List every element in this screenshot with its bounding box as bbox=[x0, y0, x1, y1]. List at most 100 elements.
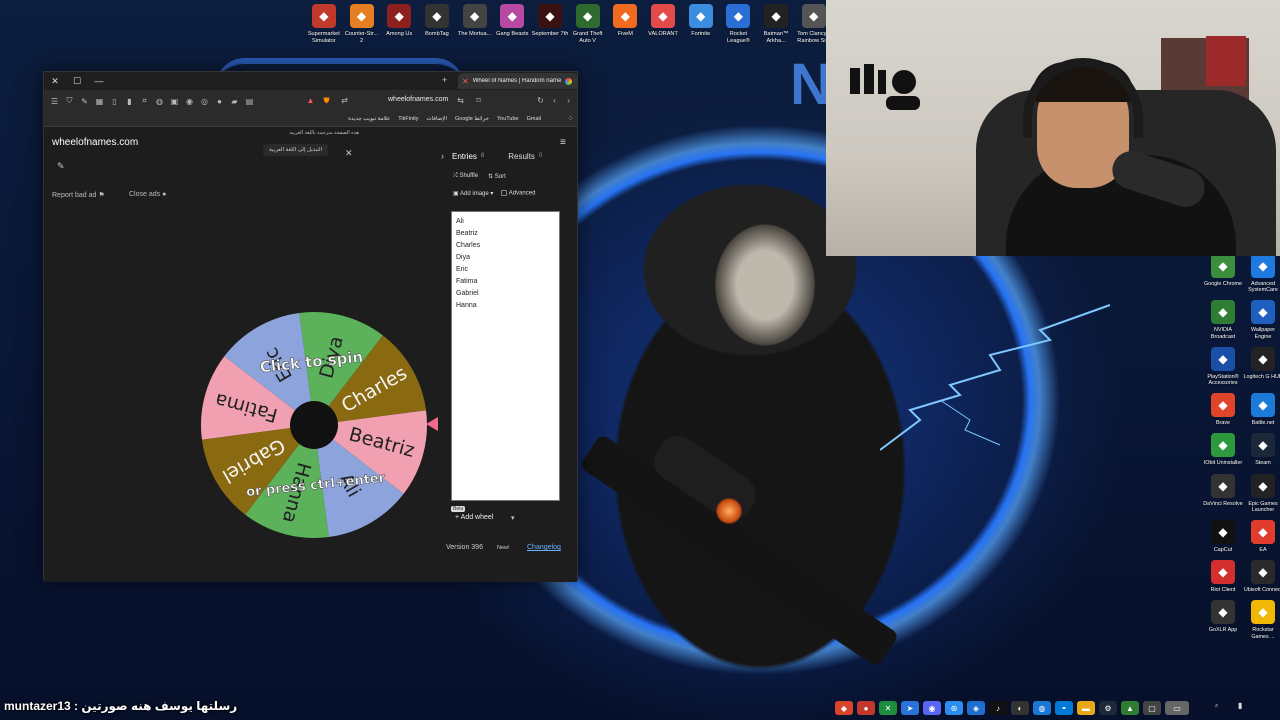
settings-icon[interactable]: ● bbox=[215, 97, 224, 106]
desktop-icon-iobit[interactable]: ◆ IObit Uninstaller bbox=[1203, 433, 1243, 466]
translate-close-icon[interactable]: ✕ bbox=[345, 148, 353, 159]
new-tab-button[interactable]: + bbox=[442, 75, 447, 85]
desktop-icon-gang-beasts[interactable]: ◆ Gang Beasts bbox=[493, 4, 531, 44]
site-menu-icon[interactable]: ≡ bbox=[560, 137, 566, 148]
brave-shield-icon[interactable]: ⛊ bbox=[322, 96, 331, 106]
desktop-icon-september[interactable]: ◆ September 7th bbox=[531, 4, 569, 44]
taskbar-steam-icon[interactable]: ⚙ bbox=[1099, 701, 1117, 715]
desktop-icon-valorant[interactable]: ◆ VALORANT bbox=[644, 4, 682, 44]
address-bar[interactable]: wheelofnames.com bbox=[388, 96, 448, 103]
desktop-icon-battlenet[interactable]: ◆ Battle.net bbox=[1243, 393, 1280, 426]
tab-results[interactable]: Results bbox=[508, 152, 535, 161]
bookmark-icon[interactable]: ⌑ bbox=[474, 96, 483, 105]
desktop-icon-logitech[interactable]: ◆ Logitech G HUB bbox=[1243, 346, 1280, 386]
tray-icon[interactable]: ▮ bbox=[1238, 701, 1242, 710]
sort-button[interactable]: ⇅ Sort bbox=[488, 173, 506, 180]
advanced-checkbox[interactable] bbox=[501, 190, 508, 197]
pencil-icon[interactable]: ✎ bbox=[57, 161, 65, 172]
wheel-graphic[interactable]: AliBeatrizCharlesDiyaEricFatimaGabrielHa… bbox=[198, 309, 430, 541]
desktop-icon-chrome[interactable]: ◆ Google Chrome bbox=[1203, 254, 1243, 293]
back-icon[interactable]: ‹ bbox=[550, 96, 559, 105]
translate-switch-button[interactable]: التبديل إلى اللغة العربية bbox=[263, 144, 329, 156]
site-title[interactable]: wheelofnames.com bbox=[52, 137, 138, 148]
desktop-icon-capcut[interactable]: ◆ CapCut bbox=[1203, 520, 1243, 553]
screenshot-icon[interactable]: ⌗ bbox=[140, 96, 149, 106]
desktop-icon-mortuary[interactable]: ◆ The Mortua... bbox=[456, 4, 494, 44]
desktop-icon-rocket-league[interactable]: ◆ Rocket League® bbox=[720, 4, 758, 44]
taskbar-obs-icon[interactable]: ◐ bbox=[1011, 701, 1029, 715]
add-wheel-button[interactable]: + Add wheel bbox=[455, 514, 493, 521]
reader-icon[interactable]: ▮ bbox=[125, 97, 134, 106]
taskbar-app-icon[interactable]: ▢ bbox=[1143, 701, 1161, 715]
desktop-icon-goxlr[interactable]: ◆ GoXLR App bbox=[1203, 600, 1243, 639]
taskbar-nvidia-icon[interactable]: ▲ bbox=[1121, 701, 1139, 715]
close-ads-link[interactable]: Close ads ● bbox=[129, 191, 166, 198]
desktop-icon-gta[interactable]: ◆ Grand Theft Auto V bbox=[569, 4, 607, 44]
taskbar-search-icon[interactable]: ⌕ bbox=[1215, 703, 1218, 710]
browser-tab[interactable]: ✕ Wheel of Names | Random name bbox=[458, 73, 578, 89]
desktop-icon-batman[interactable]: ◆ Batman™ Arkha... bbox=[757, 4, 795, 44]
desktop-icon-rockstar[interactable]: ◆ Rockstar Games ... bbox=[1243, 600, 1280, 640]
taskbar-explorer-icon[interactable]: ▬ bbox=[1077, 701, 1095, 715]
bookmark-gmail[interactable]: Gmail bbox=[527, 116, 541, 122]
taskbar-store-icon[interactable]: ◈ bbox=[967, 701, 985, 715]
chat-icon[interactable]: ◍ bbox=[155, 97, 164, 106]
add-wheel-dropdown-icon[interactable]: ▾ bbox=[511, 514, 515, 522]
taskbar-discord-icon[interactable]: ◉ bbox=[923, 701, 941, 715]
desktop-icon-fortnite[interactable]: ◆ Fortnite bbox=[682, 4, 720, 44]
desktop-icon-systemcare[interactable]: ◆ Advanced SystemCare bbox=[1243, 254, 1280, 293]
desktop-icon-cs2[interactable]: ◆ Counter-Str... 2 bbox=[343, 4, 381, 44]
taskbar-chrome-icon[interactable]: ◍ bbox=[1033, 701, 1051, 715]
bookmark-google-maps[interactable]: Google خرائط bbox=[455, 116, 489, 122]
brave-rewards-icon[interactable]: ▲ bbox=[306, 96, 315, 105]
bookmark-extensions[interactable]: الإضافات bbox=[427, 116, 448, 122]
desktop-icon-epic[interactable]: ◆ Epic Games Launcher bbox=[1243, 473, 1280, 513]
tab-entries[interactable]: Entries bbox=[452, 152, 477, 161]
desktop-icon-among-us[interactable]: ◆ Among Us bbox=[380, 4, 418, 44]
report-ad-link[interactable]: Report bad ad ⚑ bbox=[52, 191, 105, 199]
sidebar-icon[interactable]: ▯ bbox=[110, 97, 119, 106]
desktop-icon-fivem[interactable]: ◆ FiveM bbox=[607, 4, 645, 44]
taskbar-xbox-app-icon[interactable]: ⊛ bbox=[945, 701, 963, 715]
taskbar-send-icon[interactable]: ➤ bbox=[901, 701, 919, 715]
desktop-icon-playstation[interactable]: ◆ PlayStation® Accessories bbox=[1203, 346, 1243, 386]
grid-icon[interactable]: ▦ bbox=[95, 97, 104, 106]
collapse-chevron-icon[interactable]: › bbox=[441, 151, 444, 161]
close-window-button[interactable]: ✕ bbox=[44, 76, 66, 87]
taskbar-edge-icon[interactable]: ◓ bbox=[1055, 701, 1073, 715]
desktop-icon-riot[interactable]: ◆ Riot Client bbox=[1203, 560, 1243, 593]
bookmark-youtube[interactable]: YouTube bbox=[497, 116, 519, 122]
wheel-hub[interactable] bbox=[290, 401, 338, 449]
desktop-icon-bombtag[interactable]: ◆ BombTag bbox=[418, 4, 456, 44]
apps-grid-icon[interactable]: ⁘ bbox=[566, 114, 575, 123]
tab-close-icon[interactable]: ✕ bbox=[462, 77, 469, 86]
bookmark-new-tab[interactable]: علامة تبويب جديدة bbox=[348, 116, 390, 122]
name-wheel[interactable]: Ali Beatriz Charles Diya Eric Fatima Gabriel Ha… bbox=[198, 309, 430, 541]
audio-icon[interactable]: ◉ bbox=[185, 97, 194, 106]
bookmark-tikfinity[interactable]: TikFinity bbox=[398, 116, 418, 122]
translate-icon[interactable]: ⇄ bbox=[340, 96, 349, 105]
wallet-icon[interactable]: ▣ bbox=[170, 97, 179, 106]
reload-icon[interactable]: ↻ bbox=[536, 96, 545, 105]
maximize-window-button[interactable]: ☐ bbox=[66, 76, 88, 87]
entries-textarea[interactable]: Ali Beatriz Charles Diya Eric Fatima Gabriel Ha… bbox=[451, 211, 560, 501]
twitch-icon[interactable]: ▰ bbox=[230, 97, 239, 106]
desktop-icon-davinci[interactable]: ◆ DaVinci Resolve bbox=[1203, 473, 1243, 513]
desktop-icon-supermarket[interactable]: ◆ Supermarket Simulator bbox=[305, 4, 343, 44]
menu-icon[interactable]: ☰ bbox=[50, 97, 59, 106]
taskbar-active-app-icon[interactable]: ▭ bbox=[1165, 701, 1189, 715]
extension-icon[interactable]: ✎ bbox=[80, 97, 89, 106]
taskbar-tiktok-icon[interactable]: ♪ bbox=[989, 701, 1007, 715]
shield-icon[interactable]: ⛉ bbox=[65, 96, 74, 106]
vpn-icon[interactable]: ◎ bbox=[200, 97, 209, 106]
taskbar-record-icon[interactable]: ● bbox=[857, 701, 875, 715]
shuffle-button[interactable]: ⤮ Shuffle bbox=[453, 173, 478, 180]
advanced-toggle[interactable]: Advanced bbox=[501, 190, 535, 197]
desktop-icon-ubisoft[interactable]: ◆ Ubisoft Connect bbox=[1243, 560, 1280, 593]
desktop-icon-brave[interactable]: ◆ Brave bbox=[1203, 393, 1243, 426]
taskbar-xbox-icon[interactable]: ✕ bbox=[879, 701, 897, 715]
share-icon[interactable]: ⇆ bbox=[456, 96, 465, 105]
desktop-icon-ea[interactable]: ◆ EA bbox=[1243, 520, 1280, 553]
green-extension-icon[interactable]: ▤ bbox=[245, 97, 254, 106]
forward-icon[interactable]: › bbox=[564, 96, 573, 105]
